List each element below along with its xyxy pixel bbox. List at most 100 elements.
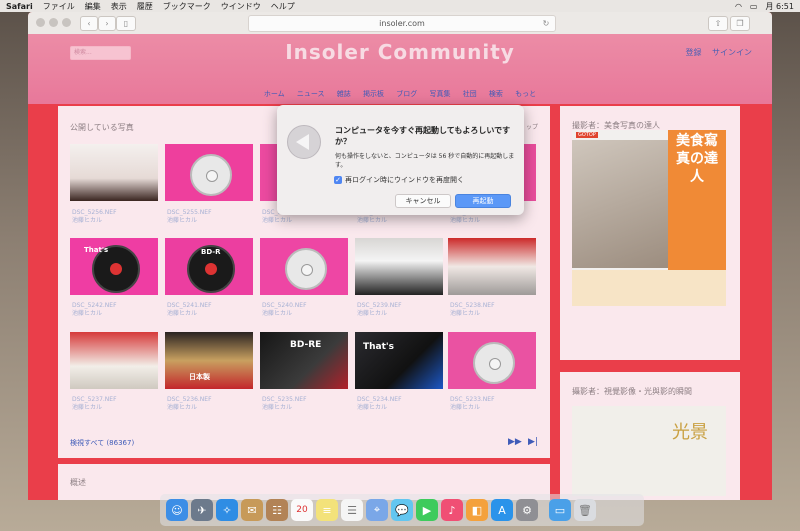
photo-name[interactable]: DSC_5235.NEF [262, 396, 307, 404]
nav-groups[interactable]: 社団 [463, 90, 477, 98]
next-page-icon[interactable]: ▶▶ [508, 437, 522, 447]
photo-name[interactable]: DSC_5233.NEF [450, 396, 495, 404]
photo-thumb[interactable]: BD-RE [260, 332, 348, 389]
tabs-button[interactable]: ❐ [730, 16, 750, 31]
menu-help[interactable]: ヘルプ [271, 1, 295, 12]
photo-name[interactable]: DSC_5255.NEF [167, 209, 212, 217]
photo-thumb[interactable]: That's [70, 238, 158, 295]
share-button[interactable]: ⇧ [708, 16, 728, 31]
calendar-icon[interactable]: 20 [291, 499, 313, 521]
nav-magazine[interactable]: 雑誌 [337, 90, 351, 98]
nav-blog[interactable]: ブログ [396, 90, 417, 98]
photo-thumb[interactable] [70, 144, 158, 201]
wifi-icon[interactable]: ◠ [735, 2, 742, 11]
minimize-window-button[interactable] [49, 18, 58, 27]
battery-icon[interactable]: ▭ [750, 2, 758, 11]
photo-name[interactable]: DSC_5241.NEF [167, 302, 212, 310]
nav-forum[interactable]: 掲示板 [363, 90, 384, 98]
nav-home[interactable]: ホーム [264, 90, 285, 98]
photo-author[interactable]: 池藤ヒカル [72, 217, 117, 225]
restart-button[interactable]: 再起動 [455, 194, 511, 208]
photo-thumb[interactable] [165, 144, 253, 201]
nav-more[interactable]: もっと [515, 90, 536, 98]
photo-author[interactable]: 池藤ヒカル [262, 404, 307, 412]
photo-author[interactable]: 池藤ヒカル [262, 217, 307, 225]
photo-author[interactable]: 池藤ヒカル [167, 310, 212, 318]
app-store-icon[interactable]: A [491, 499, 513, 521]
book2-title[interactable]: 攝影者：視覺影像・光與影的瞬間 [572, 386, 692, 397]
photo-thumb[interactable]: BD-R [165, 238, 253, 295]
site-title[interactable]: Insoler Community [28, 40, 772, 64]
clock[interactable]: 月 6:51 [765, 1, 794, 12]
book-cover-1[interactable]: 美食寫真の達人 GOTOP [572, 130, 726, 306]
view-all-link[interactable]: 検視すべて (86367) [70, 438, 134, 448]
photo-name[interactable]: DSC_5236.NEF [167, 396, 212, 404]
forward-button[interactable]: › [98, 16, 116, 31]
photo-name[interactable]: DSC_5237.NEF [72, 396, 117, 404]
photo-thumb[interactable] [448, 238, 536, 295]
photos-tab-right[interactable]: ップ [526, 122, 538, 131]
photo-name[interactable]: DSC_5234.NEF [357, 396, 402, 404]
notes-icon[interactable]: ≡ [316, 499, 338, 521]
last-page-icon[interactable]: ▶| [528, 437, 538, 447]
menu-window[interactable]: ウインドウ [221, 1, 261, 12]
nav-photos[interactable]: 写真集 [429, 90, 450, 98]
menu-file[interactable]: ファイル [43, 1, 75, 12]
photo-thumb[interactable] [355, 238, 443, 295]
music-icon[interactable]: ♪ [441, 499, 463, 521]
reopen-windows-checkbox[interactable]: ✓ 再ログイン時にウインドウを再度開く [334, 175, 464, 185]
photo-name[interactable]: DSC_5256.NEF [72, 209, 117, 217]
photo-author[interactable]: 池藤ヒカル [167, 217, 212, 225]
mail-icon[interactable]: ✉ [241, 499, 263, 521]
photo-author[interactable]: 池藤ヒカル [72, 310, 117, 318]
signin-link[interactable]: サインイン [712, 48, 752, 57]
photo-name[interactable]: DSC_5238.NEF [450, 302, 495, 310]
zoom-window-button[interactable] [62, 18, 71, 27]
ibooks-icon[interactable]: ◧ [466, 499, 488, 521]
launchpad-icon[interactable]: ✈ [191, 499, 213, 521]
photo-author[interactable]: 池藤ヒカル [450, 217, 495, 225]
maps-icon[interactable]: ⌖ [366, 499, 388, 521]
address-bar[interactable]: insoler.com [248, 15, 556, 32]
finder-icon[interactable]: ☺ [166, 499, 188, 521]
back-button[interactable]: ‹ [80, 16, 98, 31]
cancel-button[interactable]: キャンセル [395, 194, 451, 208]
messages-icon[interactable]: 💬 [391, 499, 413, 521]
photo-name[interactable]: DSC_5239.NEF [357, 302, 402, 310]
book-cover-2[interactable]: 光景 [572, 406, 726, 496]
photo-thumb[interactable] [70, 332, 158, 389]
menu-bookmarks[interactable]: ブックマーク [163, 1, 211, 12]
photo-thumb[interactable]: 日本製 [165, 332, 253, 389]
photo-author[interactable]: 池藤ヒカル [357, 310, 402, 318]
photo-thumb[interactable] [448, 332, 536, 389]
menu-app-safari[interactable]: Safari [6, 2, 33, 11]
photo-author[interactable]: 池藤ヒカル [72, 404, 117, 412]
photo-name[interactable]: DSC_5240.NEF [262, 302, 307, 310]
menu-history[interactable]: 履歴 [137, 1, 153, 12]
safari-icon[interactable]: ✧ [216, 499, 238, 521]
register-link[interactable]: 登録 [685, 48, 701, 57]
photo-author[interactable]: 池藤ヒカル [450, 310, 495, 318]
close-window-button[interactable] [36, 18, 45, 27]
nav-news[interactable]: ニュース [297, 90, 325, 98]
facetime-icon[interactable]: ▶ [416, 499, 438, 521]
photo-thumb[interactable] [260, 238, 348, 295]
contacts-icon[interactable]: ☷ [266, 499, 288, 521]
nav-search[interactable]: 検索 [489, 90, 503, 98]
sidebar-button[interactable]: ▯ [116, 16, 136, 31]
photo-name[interactable]: DSC_5242.NEF [72, 302, 117, 310]
trash-icon[interactable]: 🗑 [574, 499, 596, 521]
system-preferences-icon[interactable]: ⚙ [516, 499, 538, 521]
reload-icon[interactable]: ↻ [540, 17, 552, 30]
downloads-folder-icon[interactable]: ▭ [549, 499, 571, 521]
photo-author[interactable]: 池藤ヒカル [357, 217, 402, 225]
menu-view[interactable]: 表示 [111, 1, 127, 12]
photo-thumb[interactable]: That's [355, 332, 443, 389]
photo-author[interactable]: 池藤ヒカル [357, 404, 402, 412]
checkmark-icon[interactable]: ✓ [334, 176, 342, 184]
menu-edit[interactable]: 編集 [85, 1, 101, 12]
photo-author[interactable]: 池藤ヒカル [167, 404, 212, 412]
photo-author[interactable]: 池藤ヒカル [262, 310, 307, 318]
photo-author[interactable]: 池藤ヒカル [450, 404, 495, 412]
reminders-icon[interactable]: ☰ [341, 499, 363, 521]
